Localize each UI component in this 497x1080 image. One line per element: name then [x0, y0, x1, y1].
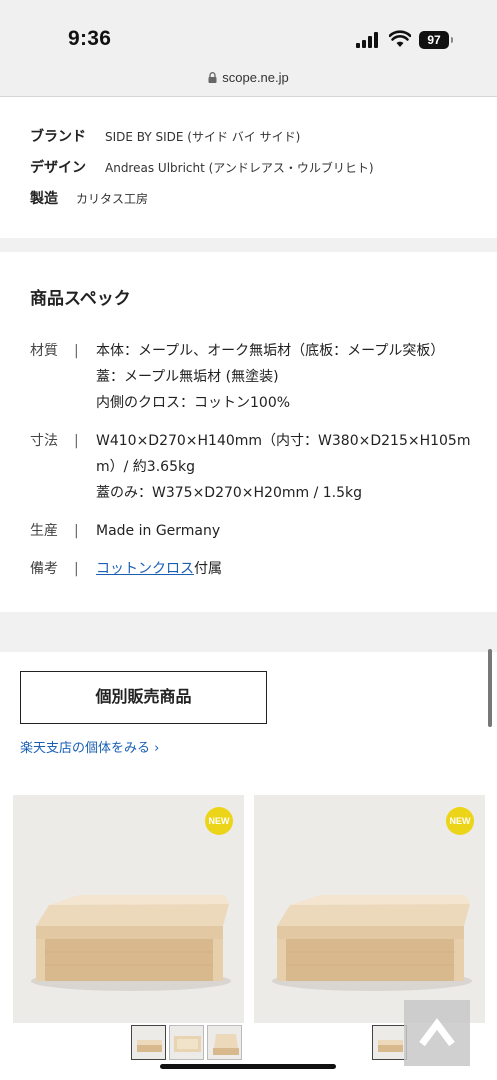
- credit-key: デザイン: [30, 160, 86, 176]
- thumbnail[interactable]: [207, 1025, 242, 1060]
- status-bar: 9:36 97: [0, 0, 497, 60]
- spec-separator: |: [74, 433, 79, 449]
- product-image[interactable]: NEW: [13, 795, 244, 1023]
- thumbnail[interactable]: [372, 1025, 407, 1060]
- thumbnail-image: [213, 1034, 239, 1055]
- address-bar[interactable]: scope.ne.jp: [0, 60, 497, 97]
- spec-section: 商品スペック 材質 | 本体：メープル、オーク無垢材（底板：メープル突板） 蓋：…: [0, 252, 497, 612]
- spec-value-line: W410×D270×H140mm（内寸：W380×D215×H105m: [96, 433, 471, 449]
- clock: 9:36: [68, 27, 112, 50]
- credit-maker: 製造 カリタス工房: [30, 188, 148, 208]
- spec-title: 商品スペック: [30, 289, 131, 309]
- credit-key: 製造: [30, 191, 58, 207]
- credit-key: ブランド: [30, 129, 86, 145]
- thumbnail[interactable]: [169, 1025, 204, 1060]
- spec-value-line: 内側のクロス：コットン100%: [96, 395, 291, 411]
- spec-value-line: 蓋：メープル無垢材 (無塗装): [96, 369, 279, 385]
- thumbnail-strip: [131, 1025, 243, 1061]
- spec-label: 寸法: [30, 433, 58, 449]
- lock-icon: [208, 72, 217, 83]
- spec-value-line: 蓋のみ：W375×D270×H20mm / 1.5kg: [96, 485, 363, 501]
- thumbnail[interactable]: [131, 1025, 166, 1060]
- back-to-top-icon: [419, 1018, 455, 1047]
- credit-design: デザイン Andreas Ulbricht (アンドレアス・ウルブリヒト): [30, 157, 374, 177]
- credit-value: Andreas Ulbricht (アンドレアス・ウルブリヒト): [105, 161, 374, 175]
- spec-value-line: Made in Germany: [96, 523, 221, 539]
- product-image[interactable]: NEW: [254, 795, 485, 1023]
- spec-label: 生産: [30, 523, 58, 539]
- credit-value: カリタス工房: [76, 192, 149, 206]
- individual-items-button[interactable]: 個別販売商品: [20, 671, 267, 724]
- battery-icon: 97: [419, 31, 449, 49]
- home-indicator[interactable]: [160, 1064, 336, 1069]
- spec-label: 備考: [30, 561, 58, 577]
- spec-note-suffix: 付属: [194, 561, 222, 577]
- back-to-top-button[interactable]: [404, 1000, 470, 1066]
- new-badge: NEW: [446, 807, 474, 835]
- credit-brand: ブランド SIDE BY SIDE (サイド バイ サイド): [30, 126, 300, 146]
- spec-label: 材質: [30, 343, 58, 359]
- cotton-cloth-link[interactable]: コットンクロス: [96, 561, 194, 577]
- wifi-icon: [389, 30, 411, 47]
- scrollbar[interactable]: [488, 649, 492, 727]
- url-display[interactable]: scope.ne.jp: [0, 70, 497, 85]
- section-divider: [0, 612, 497, 652]
- new-badge: NEW: [205, 807, 233, 835]
- spec-value-line: 本体：メープル、オーク無垢材（底板：メープル突板）: [96, 343, 445, 359]
- credits-section: ブランド SIDE BY SIDE (サイド バイ サイド) デザイン Andrea…: [0, 97, 497, 238]
- rakuten-store-link[interactable]: 楽天支店の個体をみる ›: [20, 737, 159, 756]
- signal-icon: [356, 32, 378, 48]
- spec-value-line: コットンクロス付属: [96, 556, 468, 582]
- spec-value-line: m）/ 約3.65kg: [96, 459, 195, 475]
- section-divider: [0, 238, 497, 252]
- credit-value: SIDE BY SIDE (サイド バイ サイド): [105, 130, 301, 144]
- spec-separator: |: [74, 523, 79, 539]
- url-text: scope.ne.jp: [222, 70, 289, 85]
- spec-separator: |: [74, 343, 79, 359]
- thumbnail-image: [378, 1040, 403, 1052]
- thumbnail-image: [137, 1040, 162, 1052]
- battery-tip: [451, 37, 453, 43]
- spec-separator: |: [74, 561, 79, 577]
- thumbnail-image: [174, 1036, 201, 1052]
